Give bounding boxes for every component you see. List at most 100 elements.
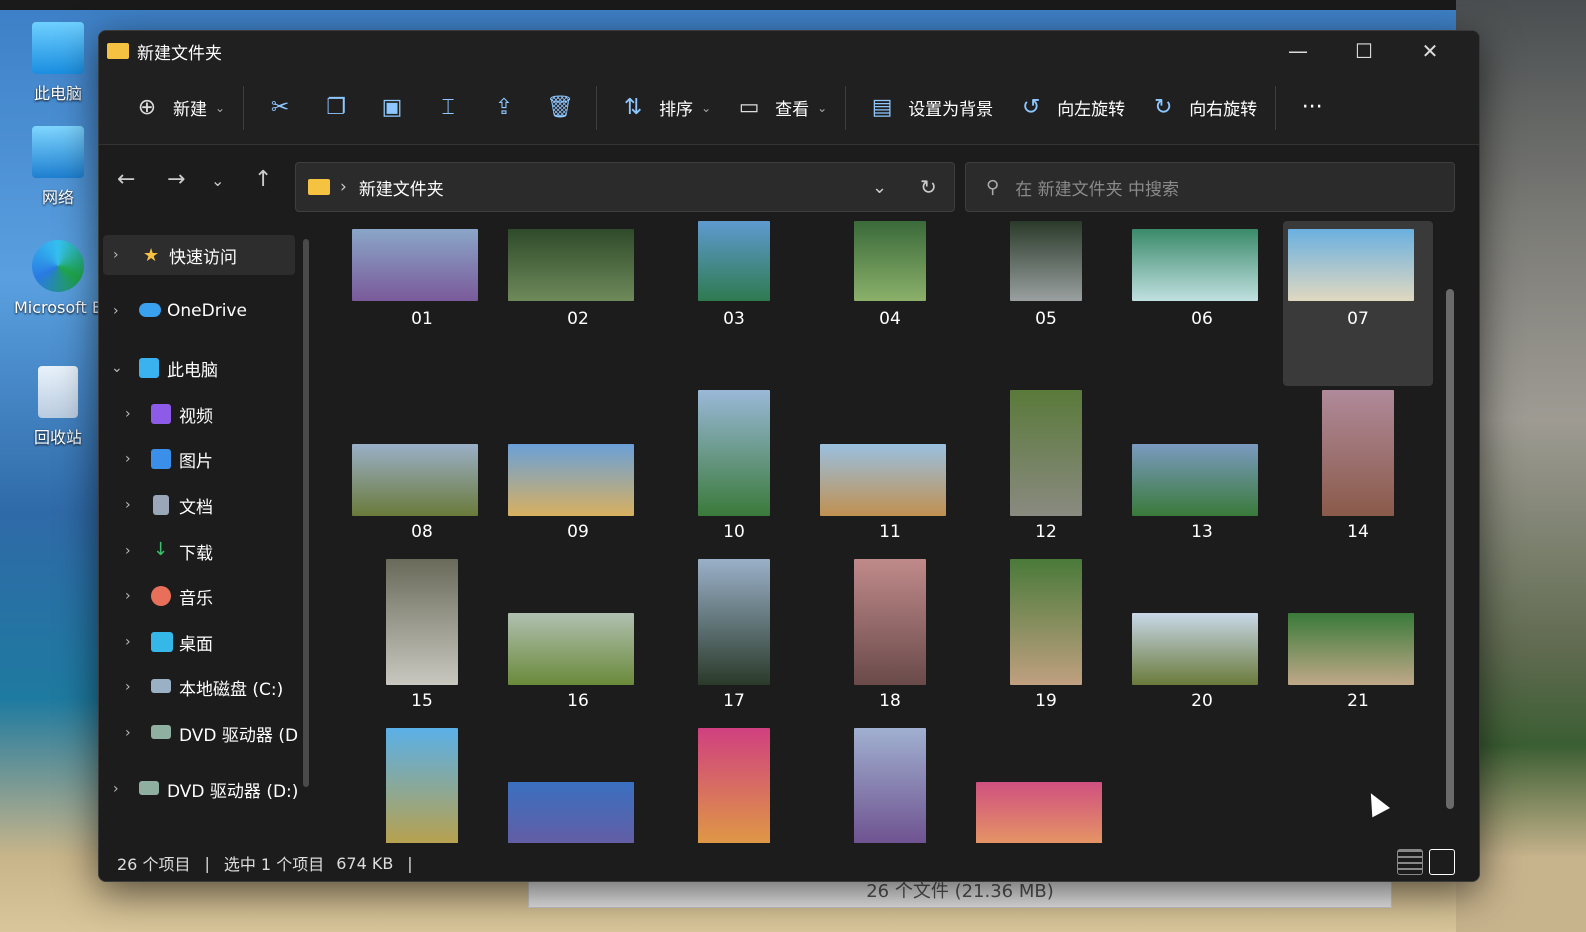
cut-button[interactable]: ✂ [252,88,308,128]
desktop-icon-label: 回收站 [33,428,82,447]
file-item[interactable]: 02 [503,221,653,386]
view-button[interactable]: ▭ 查看 ⌄ [721,88,837,128]
close-button[interactable]: ✕ [1397,31,1463,71]
file-item[interactable]: 14 [1283,390,1433,555]
file-item[interactable]: 10 [659,390,809,555]
set-background-icon: ▤ [871,95,893,120]
paste-button[interactable]: ▣ [364,88,420,128]
chevron-right-icon[interactable]: › [125,451,131,467]
file-item[interactable]: 21 [1283,559,1433,724]
copy-button[interactable]: ❐ [308,88,364,128]
rotate-right-label: 向右旋转 [1189,100,1258,120]
chevron-right-icon[interactable]: › [125,497,131,513]
refresh-icon[interactable]: ↻ [920,175,937,199]
chevron-right-icon[interactable]: › [113,781,119,797]
file-item[interactable]: 13 [1127,390,1277,555]
chevron-right-icon[interactable]: › [125,634,131,650]
sidebar-item-downloads[interactable]: › ↓ 下载 [99,531,299,571]
share-button[interactable]: ⇪ [476,88,532,128]
file-name: 21 [1347,691,1369,711]
content-scrollbar[interactable] [1446,289,1454,809]
clipboard-icon: ▣ [381,95,403,120]
chevron-down-icon[interactable]: ⌄ [111,360,123,376]
sidebar-item-dvd-drive-nested[interactable]: › DVD 驱动器 (D [99,713,299,753]
chevron-right-icon[interactable]: › [125,679,131,695]
desktop-icon-recycle-bin[interactable]: 回收站 [8,366,108,448]
sidebar-item-quick-access[interactable]: › ★ 快速访问 [103,235,295,275]
chevron-right-icon[interactable]: › [125,725,131,741]
sidebar-item-documents[interactable]: › 文档 [99,485,299,525]
image-thumbnail [1010,221,1082,301]
file-item[interactable]: 04 [815,221,965,386]
forward-button[interactable]: → [167,167,185,192]
back-button[interactable]: ← [117,167,135,192]
chevron-right-icon[interactable]: › [125,543,131,559]
chevron-right-icon[interactable]: › [125,406,131,422]
file-name: 08 [411,522,433,542]
file-item[interactable]: 11 [815,390,965,555]
file-item[interactable]: 03 [659,221,809,386]
desktop-icon-network[interactable]: 网络 [8,126,108,208]
set-as-background-button[interactable]: ▤ 设置为背景 [854,88,1003,128]
sidebar-item-local-disk-c[interactable]: › 本地磁盘 (C:) [99,667,299,707]
details-view-button[interactable] [1397,849,1423,875]
chevron-right-icon[interactable]: › [113,247,119,263]
sidebar-scrollbar[interactable] [303,239,309,787]
chevron-right-icon[interactable]: › [113,303,119,319]
sidebar-item-videos[interactable]: › 视频 [99,394,299,434]
star-icon: ★ [143,245,160,266]
toolbar-separator [1275,85,1277,130]
rename-button[interactable]: ⌶ [420,88,476,128]
sidebar-item-this-pc[interactable]: ⌄ 此电脑 [99,348,299,388]
file-item[interactable]: 06 [1127,221,1277,386]
maximize-button[interactable]: ☐ [1331,31,1397,71]
navigation-pane: › ★ 快速访问 › OneDrive ⌄ 此电脑 › 视频 › 图片 › 文档 [99,221,307,841]
file-item[interactable]: 05 [971,221,1121,386]
file-item[interactable]: 08 [347,390,497,555]
rename-icon: ⌶ [441,95,455,120]
address-history-chevron-icon[interactable]: ⌄ [872,177,887,198]
folder-icon [107,43,129,59]
breadcrumb-item[interactable]: 新建文件夹 [359,175,444,200]
sidebar-item-dvd-drive[interactable]: › DVD 驱动器 (D:) [99,769,299,809]
file-item[interactable]: 16 [503,559,653,724]
up-button[interactable]: ↑ [254,167,272,192]
delete-button[interactable]: 🗑 [532,88,588,128]
file-item[interactable]: 17 [659,559,809,724]
image-thumbnail [1132,229,1258,301]
desktop-icon-edge[interactable]: Microsoft E [8,240,108,317]
sidebar-item-desktop[interactable]: › 桌面 [99,622,299,662]
image-thumbnail [1132,613,1258,685]
recent-locations-button[interactable]: ⌄ [211,171,224,190]
file-item[interactable]: 18 [815,559,965,724]
file-item[interactable]: 09 [503,390,653,555]
rotate-left-button[interactable]: ↺ 向左旋转 [1003,88,1135,128]
address-bar[interactable]: › 新建文件夹 ⌄ ↻ [295,162,955,212]
file-item[interactable]: 01 [347,221,497,386]
file-item[interactable]: 19 [971,559,1121,724]
file-name: 07 [1347,309,1369,329]
file-item[interactable]: 20 [1127,559,1277,724]
image-thumbnail [1010,390,1082,516]
rotate-right-button[interactable]: ↻ 向右旋转 [1135,88,1267,128]
file-name: 13 [1191,522,1213,542]
sidebar-item-pictures[interactable]: › 图片 [99,439,299,479]
file-item[interactable]: 12 [971,390,1121,555]
file-item[interactable]: 07 [1283,221,1433,386]
image-thumbnail [508,444,634,516]
document-icon [153,495,169,515]
file-item[interactable]: 15 [347,559,497,724]
search-box[interactable]: ⚲ 在 新建文件夹 中搜索 [965,162,1455,212]
minimize-button[interactable]: — [1265,31,1331,71]
new-button[interactable]: ⊕ 新建 ⌄ [119,88,235,128]
sort-button[interactable]: ⇅ 排序 ⌄ [605,88,721,128]
desktop-icon-this-pc[interactable]: 此电脑 [8,22,108,104]
sort-icon: ⇅ [623,95,643,120]
file-explorer-window: 新建文件夹 — ☐ ✕ ⊕ 新建 ⌄ ✂ ❐ ▣ ⌶ ⇪ 🗑 ⇅ 排序 ⌄ ▭ … [98,30,1480,882]
chevron-right-icon[interactable]: › [125,588,131,604]
item-count: 26 个项目 [117,855,191,874]
sidebar-item-music[interactable]: › 音乐 [99,576,299,616]
sidebar-item-onedrive[interactable]: › OneDrive [99,291,299,331]
more-options-button[interactable]: ··· [1284,88,1340,128]
large-icons-view-button[interactable] [1429,849,1455,875]
